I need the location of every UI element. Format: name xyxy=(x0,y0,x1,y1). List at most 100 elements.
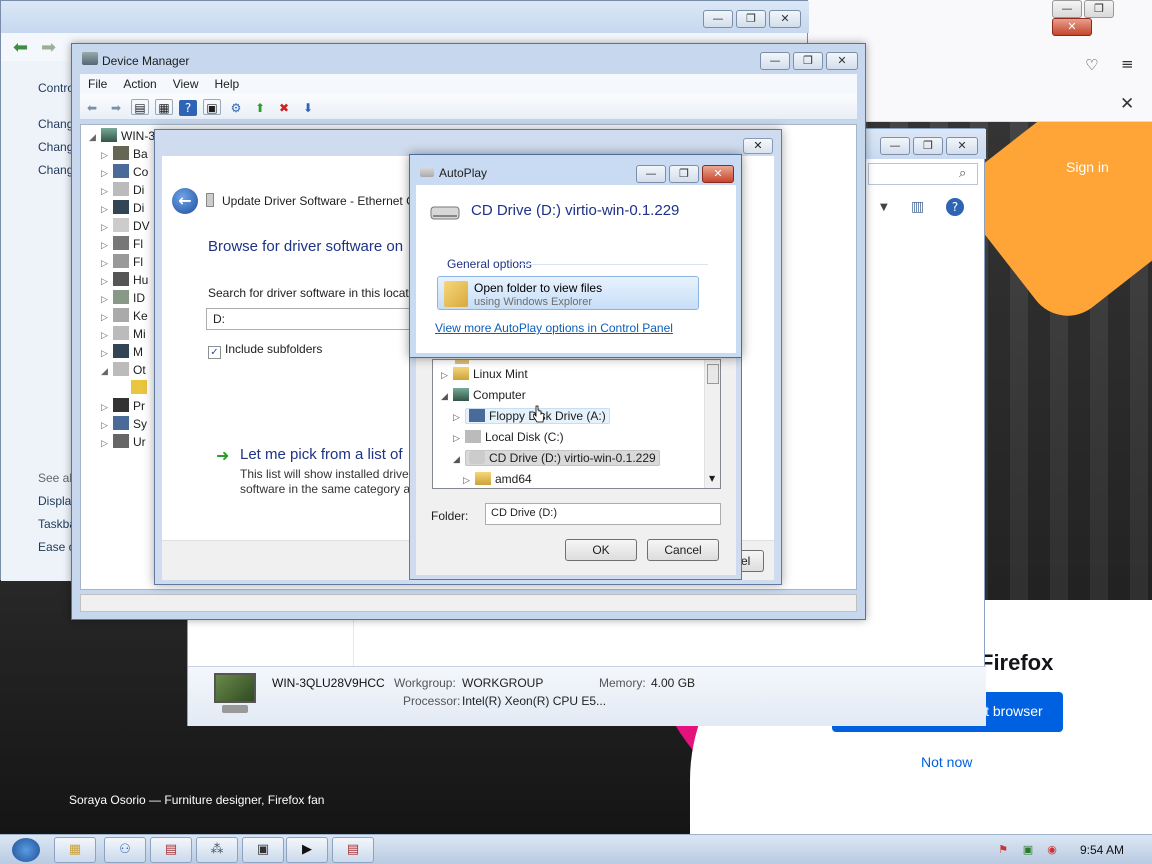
action-center-icon[interactable]: ⚑ xyxy=(996,843,1010,857)
maximize-button[interactable]: ❐ xyxy=(669,165,699,183)
tree-item[interactable]: ▷ DV xyxy=(101,218,150,236)
sidebar-link[interactable]: Chang xyxy=(38,163,73,177)
tree-item[interactable]: ▷ Ur xyxy=(101,434,146,452)
scrollbar-thumb[interactable] xyxy=(707,364,719,384)
tree-scrollbar[interactable]: ▼ xyxy=(704,360,720,488)
taskbar-device-manager[interactable]: ▤ xyxy=(150,837,192,863)
tree-item[interactable]: ▷ Mi xyxy=(101,326,146,344)
tree-item-linux-mint[interactable]: ▷ Linux Mint xyxy=(441,367,528,387)
network-icon: ⚇ xyxy=(119,842,131,857)
tree-item[interactable]: ▷ Ke xyxy=(101,308,148,326)
maximize-button[interactable]: ❐ xyxy=(793,52,823,70)
chevron-down-icon[interactable]: ▼ xyxy=(880,202,888,213)
tree-item[interactable]: ▷ Fl xyxy=(101,236,143,254)
scroll-down-icon[interactable]: ▼ xyxy=(709,474,715,483)
not-now-link[interactable]: Not now xyxy=(921,754,972,770)
processor-label: Processor: xyxy=(403,694,461,708)
back-arrow-icon[interactable]: ⬅ xyxy=(13,37,28,58)
taskbar-cmd[interactable]: ▶ xyxy=(286,837,328,863)
tree-item[interactable]: ▷ Di xyxy=(101,200,144,218)
close-notification-icon[interactable]: ✕ xyxy=(1120,94,1134,114)
tree-item-local-disk[interactable]: ▷ Local Disk (C:) xyxy=(453,430,564,450)
search-box[interactable]: ⌕ xyxy=(868,163,978,185)
cancel-label: el xyxy=(741,554,751,568)
ok-button[interactable]: OK xyxy=(565,539,637,561)
taskbar-control-panel[interactable]: ▣ xyxy=(242,837,284,863)
minimize-button[interactable]: — xyxy=(760,52,790,70)
close-button[interactable]: ✕ xyxy=(946,137,978,155)
taskbar-system[interactable]: ⁂ xyxy=(196,837,238,863)
tree-item[interactable]: ▷ Co xyxy=(101,164,148,182)
taskbar-driver-window[interactable]: ▤ xyxy=(332,837,374,863)
pocket-icon[interactable]: ♡ xyxy=(1085,56,1098,74)
tree-item[interactable]: ▷ Fl xyxy=(101,254,143,272)
menu-icon[interactable]: ≡ xyxy=(1121,55,1134,73)
tree-item[interactable]: ▷ Pr xyxy=(101,398,145,416)
back-button[interactable]: ← xyxy=(172,188,198,214)
close-button[interactable]: ✕ xyxy=(826,52,858,70)
tree-item-unknown-device[interactable] xyxy=(131,380,151,398)
tree-label: Co xyxy=(133,165,149,179)
up-level-icon[interactable]: ▤ xyxy=(131,99,149,115)
enable-device-icon[interactable]: ⬇ xyxy=(299,100,317,116)
help-icon[interactable]: ? xyxy=(179,100,197,116)
tree-item-cd-drive[interactable]: ◢ CD Drive (D:) virtio-win-0.1.229 xyxy=(453,450,660,471)
tree-item-other-devices[interactable]: ◢ Ot xyxy=(101,362,146,380)
network-tray-icon[interactable]: ▣ xyxy=(1021,843,1035,857)
tree-item[interactable]: ▷ Ba xyxy=(101,146,148,164)
tree-item[interactable]: ▷ ID xyxy=(101,290,145,308)
include-subfolders-checkbox[interactable]: ✓ Include subfolders xyxy=(208,342,322,359)
help-icon[interactable]: ? xyxy=(946,198,964,216)
see-also-link[interactable]: Ease o xyxy=(38,540,75,554)
sidebar-link[interactable]: Chang xyxy=(38,140,73,154)
pick-from-list-link[interactable]: Let me pick from a list of xyxy=(240,446,403,463)
computer-icon xyxy=(113,164,129,178)
minimize-button[interactable]: — xyxy=(636,165,666,183)
show-hide-icon[interactable]: ▣ xyxy=(203,99,221,115)
back-arrow-icon[interactable]: ⬅ xyxy=(83,100,101,116)
tree-root[interactable]: ◢ WIN-3 xyxy=(89,128,155,146)
minimize-button[interactable]: — xyxy=(1052,0,1082,18)
taskbar-network[interactable]: ⚇ xyxy=(104,837,146,863)
menu-view[interactable]: View xyxy=(165,74,207,91)
volume-muted-icon[interactable]: ◉ xyxy=(1045,843,1059,857)
cd-drive-icon xyxy=(469,451,485,464)
maximize-button[interactable]: ❐ xyxy=(736,10,766,28)
minimize-button[interactable]: — xyxy=(703,10,733,28)
close-button[interactable]: ✕ xyxy=(743,138,773,154)
tree-item-floppy[interactable]: ▷ Floppy Disk Drive (A:) xyxy=(453,408,610,429)
close-button[interactable]: ✕ xyxy=(769,10,801,28)
tree-item[interactable]: ▷ M xyxy=(101,344,143,362)
maximize-button[interactable]: ❐ xyxy=(913,137,943,155)
scan-hardware-icon[interactable]: ⚙ xyxy=(227,100,245,116)
tree-item-amd64[interactable]: ▷ amd64 xyxy=(463,472,532,488)
tree-item[interactable]: ▷ Sy xyxy=(101,416,147,434)
driver-path-input[interactable]: D: xyxy=(206,308,426,330)
menu-file[interactable]: File xyxy=(80,74,115,91)
clock[interactable]: 9:54 AM xyxy=(1080,843,1124,857)
menu-help[interactable]: Help xyxy=(207,74,248,91)
properties-icon[interactable]: ▦ xyxy=(155,99,173,115)
maximize-button[interactable]: ❐ xyxy=(1084,0,1114,18)
forward-arrow-icon[interactable]: ➡ xyxy=(107,100,125,116)
preview-pane-icon[interactable]: ▥ xyxy=(911,199,924,215)
sidebar-link[interactable]: Chang xyxy=(38,117,73,131)
start-button[interactable] xyxy=(12,838,40,862)
tree-item[interactable]: ▷ Hu xyxy=(101,272,148,290)
close-button[interactable]: ✕ xyxy=(1052,18,1092,36)
close-button[interactable]: ✕ xyxy=(702,165,734,183)
open-folder-option[interactable]: Open folder to view files using Windows … xyxy=(437,276,699,310)
update-driver-icon[interactable]: ⬆ xyxy=(251,100,269,116)
folder-input[interactable]: CD Drive (D:) xyxy=(485,503,721,525)
minimize-button[interactable]: — xyxy=(880,137,910,155)
sidebar-link[interactable]: Contro xyxy=(38,81,74,95)
uninstall-icon[interactable]: ✖ xyxy=(275,100,293,116)
cancel-button[interactable]: Cancel xyxy=(647,539,719,561)
tree-item-computer[interactable]: ◢ Computer xyxy=(441,388,526,408)
taskbar-explorer[interactable]: ▦ xyxy=(54,837,96,863)
tree-item[interactable]: ▷ Di xyxy=(101,182,144,200)
forward-arrow-icon[interactable]: ➡ xyxy=(41,37,56,58)
menu-action[interactable]: Action xyxy=(115,74,164,91)
more-autoplay-options-link[interactable]: View more AutoPlay options in Control Pa… xyxy=(435,321,673,335)
sign-in-link[interactable]: Sign in xyxy=(1066,159,1109,175)
